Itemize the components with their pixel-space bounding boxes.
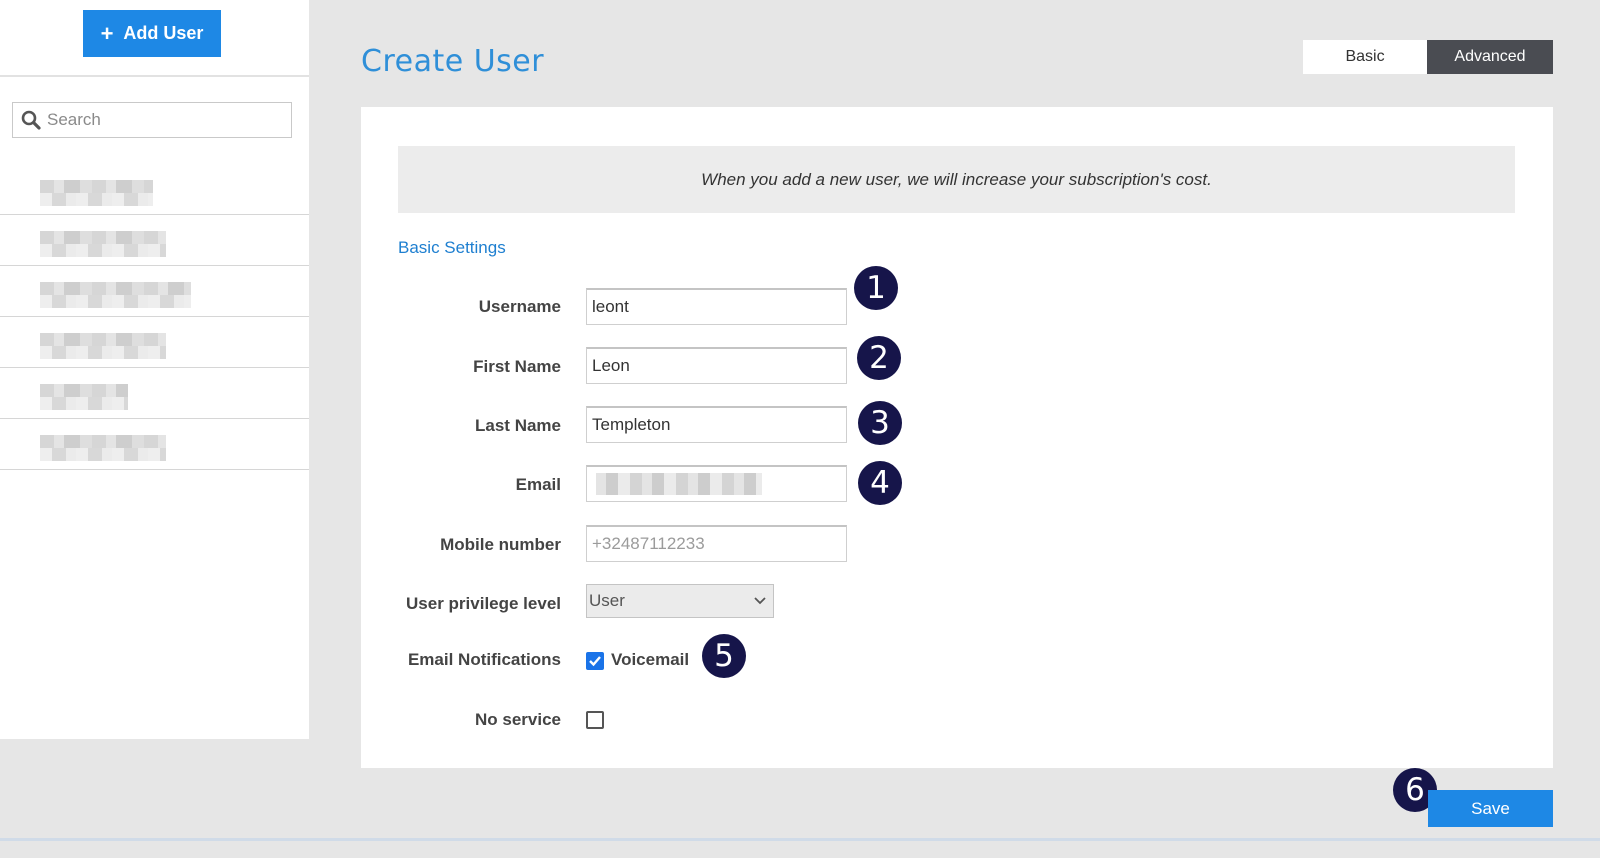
email-notifications-label: Email Notifications <box>407 650 561 669</box>
list-item[interactable] <box>0 215 309 266</box>
no-service-label: No service <box>475 710 561 729</box>
bottom-divider <box>0 838 1600 841</box>
page-title: Create User <box>361 44 545 79</box>
search-icon <box>21 110 41 130</box>
search-box[interactable] <box>12 102 292 138</box>
tab-advanced[interactable]: Advanced <box>1427 40 1553 74</box>
list-item[interactable] <box>0 368 309 419</box>
annotation-badge: 5 <box>702 634 746 678</box>
voicemail-label: Voicemail <box>611 650 690 669</box>
last-name-field[interactable] <box>586 406 847 443</box>
annotation-badge: 4 <box>858 461 902 505</box>
annotation-badge: 1 <box>854 266 898 310</box>
add-user-label: Add User <box>123 23 204 43</box>
username-field[interactable] <box>586 288 847 325</box>
blurred-user-name <box>40 231 166 257</box>
subscription-notice: When you add a new user, we will increas… <box>398 146 1515 213</box>
list-item[interactable] <box>0 419 309 470</box>
blurred-user-name <box>40 435 166 461</box>
add-user-button[interactable]: + Add User <box>83 10 221 57</box>
plus-icon: + <box>100 20 114 46</box>
annotation-badge: 2 <box>857 336 901 380</box>
blurred-user-name <box>40 282 191 308</box>
section-title: Basic Settings <box>398 238 506 257</box>
checkmark-icon <box>589 656 601 667</box>
sidebar-divider <box>0 75 309 77</box>
first-name-field[interactable] <box>586 347 847 384</box>
email-label: Email <box>515 475 561 494</box>
user-sidebar: + Add User <box>0 0 309 739</box>
last-name-label: Last Name <box>475 416 561 435</box>
mobile-number-field[interactable] <box>586 525 847 562</box>
blurred-user-name <box>40 384 128 410</box>
blurred-user-name <box>40 180 153 206</box>
privilege-value: User <box>589 591 625 610</box>
mobile-label: Mobile number <box>440 535 561 554</box>
view-toggle: Basic Advanced <box>1303 40 1553 74</box>
search-input[interactable] <box>47 105 277 135</box>
list-item[interactable] <box>0 266 309 317</box>
list-item[interactable] <box>0 317 309 368</box>
first-name-label: First Name <box>473 357 561 376</box>
privilege-label: User privilege level <box>406 594 561 613</box>
annotation-badge: 3 <box>858 401 902 445</box>
save-button[interactable]: Save <box>1428 790 1553 827</box>
no-service-checkbox[interactable] <box>586 711 604 729</box>
username-label: Username <box>478 297 561 316</box>
user-list <box>0 164 309 470</box>
voicemail-checkbox[interactable] <box>586 652 604 670</box>
privilege-select[interactable]: User <box>586 584 774 618</box>
tab-basic[interactable]: Basic <box>1303 40 1427 74</box>
blurred-user-name <box>40 333 166 359</box>
list-item[interactable] <box>0 164 309 215</box>
chevron-down-icon <box>754 597 766 605</box>
email-field[interactable] <box>586 465 847 502</box>
create-user-form: When you add a new user, we will increas… <box>361 107 1553 768</box>
